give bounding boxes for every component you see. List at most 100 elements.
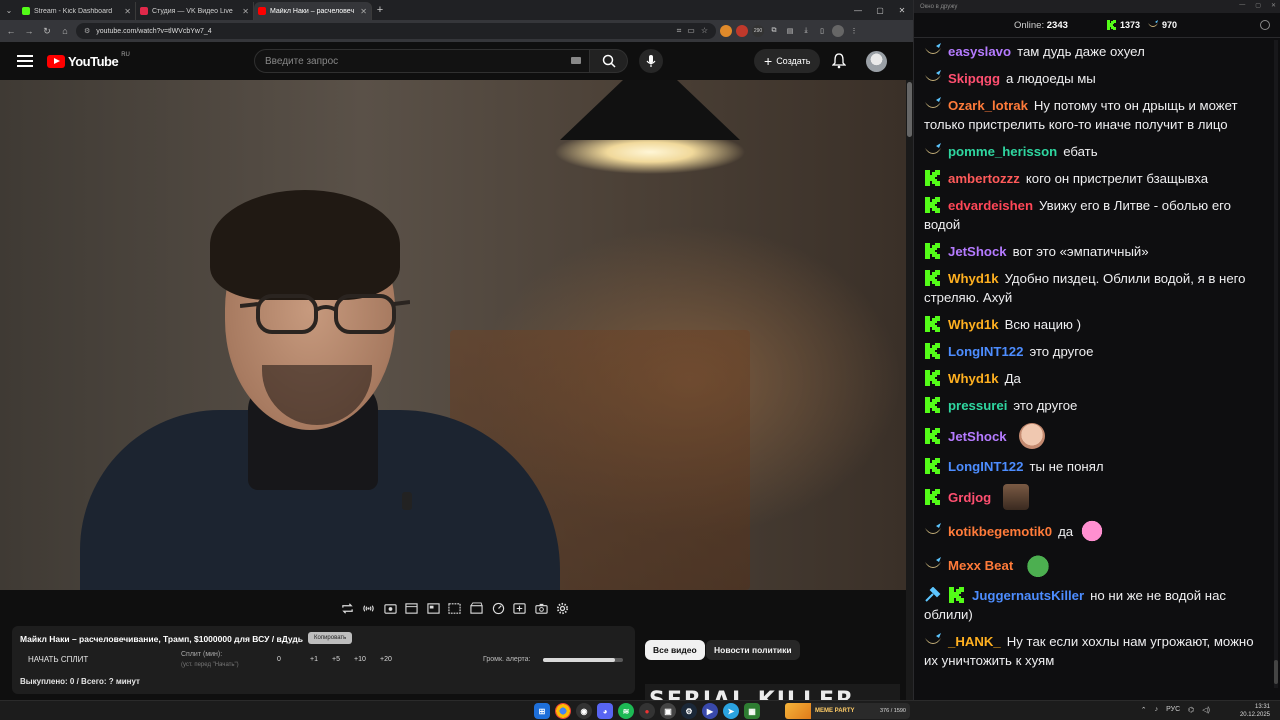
chat-close-icon[interactable]: ✕ <box>1271 2 1276 9</box>
chat-username[interactable]: JuggernautsKiller <box>972 588 1084 603</box>
chat-username[interactable]: pressurei <box>948 398 1007 413</box>
chat-username[interactable]: Ozark_lotrak <box>948 98 1028 113</box>
browser-tab[interactable]: Майкл Наки – расчеловеч ✕ <box>254 2 372 20</box>
extensions-puzzle-icon[interactable]: ⧉ <box>768 25 780 37</box>
voice-search-button[interactable] <box>639 49 663 73</box>
chat-username[interactable]: ambertozzz <box>948 171 1020 186</box>
extension-badge-icon[interactable]: 290 <box>752 25 764 37</box>
back-icon[interactable]: ← <box>4 23 18 39</box>
increment-button-20[interactable]: +20 <box>380 656 392 663</box>
frames-icon[interactable] <box>448 601 462 615</box>
settings-gear-icon[interactable] <box>556 601 570 615</box>
clapperboard-icon[interactable] <box>470 601 484 615</box>
tray-chevron-icon[interactable]: ⌃ <box>1141 706 1147 714</box>
chat-username[interactable]: pomme_herisson <box>948 144 1057 159</box>
notifications-bell-icon[interactable] <box>831 53 847 74</box>
telegram-icon[interactable]: ➤ <box>723 703 739 719</box>
tab-search-icon[interactable]: ⌄ <box>0 0 18 20</box>
new-tab-button[interactable]: + <box>372 4 388 16</box>
spotify-icon[interactable]: ≋ <box>618 703 634 719</box>
chat-username[interactable]: JetShock <box>948 429 1007 444</box>
close-icon[interactable]: ✕ <box>891 0 913 20</box>
screenshot-camera-icon[interactable] <box>534 601 548 615</box>
chat-username[interactable]: Mexx Beat <box>948 558 1013 573</box>
taskbar-clock[interactable]: 13:31 20.12.2025 <box>1240 703 1270 719</box>
increment-button-10[interactable]: +10 <box>354 656 366 663</box>
split-value[interactable]: 0 <box>277 656 281 663</box>
maximize-icon[interactable]: ▢ <box>869 0 891 20</box>
search-input[interactable] <box>254 49 590 73</box>
chip-all-videos[interactable]: Все видео <box>645 640 705 660</box>
translate-icon[interactable]: ⌗ <box>677 26 682 36</box>
media-app-icon[interactable]: ▣ <box>660 703 676 719</box>
audio-wave-icon[interactable] <box>362 601 376 615</box>
reading-list-icon[interactable]: ▤ <box>784 25 796 37</box>
page-scrollbar[interactable] <box>906 80 913 700</box>
chat-scrollbar[interactable] <box>1274 40 1278 688</box>
chat-scrollbar-thumb[interactable] <box>1274 660 1278 684</box>
media-widget[interactable]: MEME PARTY 376 / 1590 <box>785 703 910 719</box>
windows-start-icon[interactable]: ⊞ <box>534 703 550 719</box>
increment-button-1[interactable]: +1 <box>310 656 318 663</box>
home-icon[interactable]: ⌂ <box>58 23 72 39</box>
create-button[interactable]: + Создать <box>754 49 821 73</box>
profile-icon[interactable] <box>832 25 844 37</box>
extension-red-icon[interactable] <box>736 25 748 37</box>
chat-username[interactable]: JetShock <box>948 244 1007 259</box>
menu-icon[interactable] <box>17 55 33 67</box>
picture-in-picture-icon[interactable] <box>426 601 440 615</box>
increment-button-5[interactable]: +5 <box>332 656 340 663</box>
search-button[interactable] <box>590 49 628 73</box>
browser-tab[interactable]: Студия — VK Видео Live ✕ <box>136 2 254 20</box>
copy-button[interactable]: Копировать <box>308 632 353 644</box>
steam-icon[interactable]: ⚙ <box>681 703 697 719</box>
forward-icon[interactable]: → <box>22 23 36 39</box>
loop-icon[interactable] <box>340 601 354 615</box>
chat-username[interactable]: Grdjog <box>948 490 991 505</box>
extension-orange-icon[interactable] <box>720 25 732 37</box>
browser-tab[interactable]: Stream - Kick Dashboard ✕ <box>18 2 136 20</box>
speed-gauge-icon[interactable] <box>491 601 505 615</box>
chat-maximize-icon[interactable]: ▢ <box>1255 2 1261 9</box>
site-info-icon[interactable]: ⚙ <box>84 27 90 35</box>
chat-username[interactable]: easyslavo <box>948 44 1011 59</box>
start-split-button[interactable]: НАЧАТЬ СПЛИТ <box>28 655 88 664</box>
url-field[interactable]: ⚙ youtube.com/watch?v=tlWVcbYw7_4 ⌗ ▭ ☆ <box>76 23 716 39</box>
tray-volume-icon[interactable]: ◁) <box>1202 706 1210 714</box>
chat-username[interactable]: LongINT122 <box>948 344 1023 359</box>
tray-network-icon[interactable]: ⌬ <box>1188 706 1194 714</box>
youtube-logo[interactable]: YouTube RU <box>47 52 130 69</box>
recording-app-icon[interactable]: ● <box>639 703 655 719</box>
tray-mic-icon[interactable]: ♪ <box>1155 706 1159 714</box>
split-view-icon[interactable]: ▯ <box>816 25 828 37</box>
alert-volume-slider[interactable] <box>543 658 623 662</box>
download-icon[interactable]: ⤓ <box>800 25 812 37</box>
chat-username[interactable]: Whyd1k <box>948 371 999 386</box>
player-app-icon[interactable]: ▶ <box>702 703 718 719</box>
minimize-icon[interactable]: — <box>847 0 869 20</box>
chat-username[interactable]: Whyd1k <box>948 317 999 332</box>
bookmark-star-icon[interactable]: ☆ <box>701 26 708 36</box>
add-clip-icon[interactable] <box>513 601 527 615</box>
tray-lang[interactable]: РУС <box>1166 706 1180 714</box>
chat-username[interactable]: Skipqgg <box>948 71 1000 86</box>
eye-screen-icon[interactable] <box>383 601 397 615</box>
obs-icon[interactable]: ◉ <box>576 703 592 719</box>
chat-minimize-icon[interactable]: — <box>1239 2 1245 9</box>
cast-icon[interactable]: ▭ <box>687 26 695 36</box>
tab-close-icon[interactable]: ✕ <box>242 7 249 16</box>
chat-username[interactable]: LongINT122 <box>948 459 1023 474</box>
film-icon[interactable] <box>405 601 419 615</box>
tab-close-icon[interactable]: ✕ <box>360 7 367 16</box>
browser-menu-icon[interactable]: ⋮ <box>848 25 860 37</box>
extra-app-icon[interactable]: ▦ <box>744 703 760 719</box>
discord-icon[interactable]: ◕ <box>597 703 613 719</box>
chat-username[interactable]: kotikbegemotik0 <box>948 524 1052 539</box>
next-video-thumbnail[interactable]: SERIAL KILLER <box>645 684 900 700</box>
chat-username[interactable]: Whyd1k <box>948 271 999 286</box>
chat-username[interactable]: _HANK_ <box>948 634 1001 649</box>
chrome-icon[interactable] <box>555 703 571 719</box>
page-scrollbar-thumb[interactable] <box>907 82 912 137</box>
chat-settings-icon[interactable] <box>1260 20 1270 30</box>
video-player[interactable] <box>0 80 906 590</box>
